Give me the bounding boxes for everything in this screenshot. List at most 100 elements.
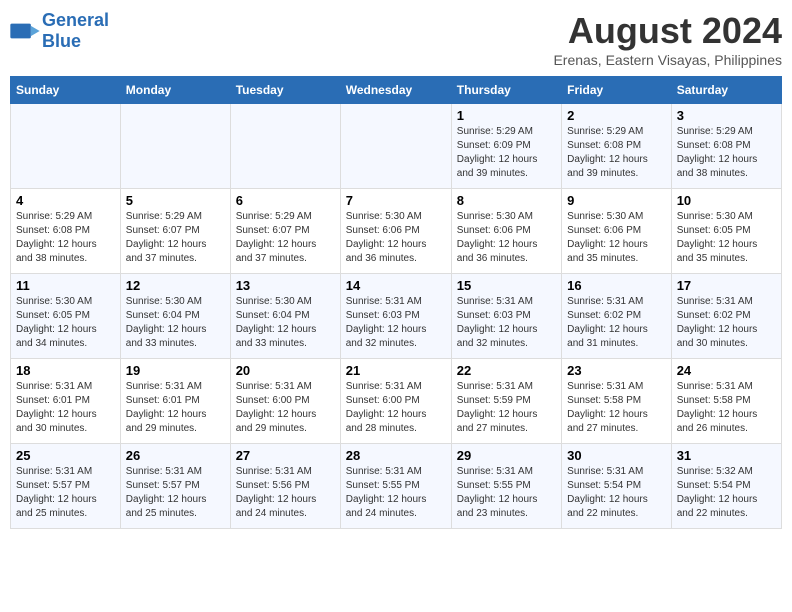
- calendar-cell: 27 Sunrise: 5:31 AM Sunset: 5:56 PM Dayli…: [230, 444, 340, 529]
- day-number: 17: [677, 278, 776, 293]
- day-info: Sunrise: 5:29 AM Sunset: 6:09 PM Dayligh…: [457, 125, 556, 181]
- day-info: Sunrise: 5:31 AM Sunset: 6:00 PM Dayligh…: [346, 380, 446, 436]
- header-saturday: Saturday: [671, 77, 781, 104]
- day-info: Sunrise: 5:30 AM Sunset: 6:06 PM Dayligh…: [457, 210, 556, 266]
- calendar-week-row: 1 Sunrise: 5:29 AM Sunset: 6:09 PM Daylig…: [11, 104, 782, 189]
- day-number: 24: [677, 363, 776, 378]
- day-info: Sunrise: 5:29 AM Sunset: 6:08 PM Dayligh…: [567, 125, 666, 181]
- calendar-cell: 31Sunrise: 5:32 AM Sunset: 5:54 PM Dayli…: [671, 444, 781, 529]
- day-number: 14: [346, 278, 446, 293]
- day-number: 4: [16, 193, 115, 208]
- header-thursday: Thursday: [451, 77, 561, 104]
- calendar-cell: 17 Sunrise: 5:31 AM Sunset: 6:02 PM Dayli…: [671, 274, 781, 359]
- calendar-cell: 9 Sunrise: 5:30 AM Sunset: 6:06 PM Daylig…: [562, 189, 672, 274]
- day-number: 21: [346, 363, 446, 378]
- calendar-cell: 3 Sunrise: 5:29 AM Sunset: 6:08 PM Daylig…: [671, 104, 781, 189]
- day-info: Sunrise: 5:31 AM Sunset: 6:00 PM Dayligh…: [236, 380, 335, 436]
- day-info: Sunrise: 5:30 AM Sunset: 6:05 PM Dayligh…: [16, 295, 115, 351]
- day-number: 23: [567, 363, 666, 378]
- day-number: 28: [346, 448, 446, 463]
- calendar-cell: [120, 104, 230, 189]
- day-info: Sunrise: 5:31 AM Sunset: 5:57 PM Dayligh…: [126, 465, 225, 521]
- day-number: 3: [677, 108, 776, 123]
- day-number: 5: [126, 193, 225, 208]
- calendar-cell: 16 Sunrise: 5:31 AM Sunset: 6:02 PM Dayli…: [562, 274, 672, 359]
- day-number: 15: [457, 278, 556, 293]
- calendar-table: SundayMondayTuesdayWednesdayThursdayFrid…: [10, 76, 782, 529]
- logo-general: General: [42, 10, 109, 30]
- day-number: 27: [236, 448, 335, 463]
- day-number: 1: [457, 108, 556, 123]
- day-number: 26: [126, 448, 225, 463]
- day-number: 20: [236, 363, 335, 378]
- day-number: 12: [126, 278, 225, 293]
- day-info: Sunrise: 5:30 AM Sunset: 6:04 PM Dayligh…: [236, 295, 335, 351]
- day-number: 8: [457, 193, 556, 208]
- calendar-cell: 18 Sunrise: 5:31 AM Sunset: 6:01 PM Dayli…: [11, 359, 121, 444]
- day-info: Sunrise: 5:30 AM Sunset: 6:04 PM Dayligh…: [126, 295, 225, 351]
- day-info: Sunrise: 5:31 AM Sunset: 5:56 PM Dayligh…: [236, 465, 335, 521]
- calendar-week-row: 25Sunrise: 5:31 AM Sunset: 5:57 PM Dayli…: [11, 444, 782, 529]
- calendar-cell: 11 Sunrise: 5:30 AM Sunset: 6:05 PM Dayli…: [11, 274, 121, 359]
- day-info: Sunrise: 5:31 AM Sunset: 5:58 PM Dayligh…: [567, 380, 666, 436]
- calendar-cell: 21 Sunrise: 5:31 AM Sunset: 6:00 PM Dayli…: [340, 359, 451, 444]
- header-friday: Friday: [562, 77, 672, 104]
- day-number: 9: [567, 193, 666, 208]
- calendar-cell: 26 Sunrise: 5:31 AM Sunset: 5:57 PM Dayli…: [120, 444, 230, 529]
- day-info: Sunrise: 5:31 AM Sunset: 5:58 PM Dayligh…: [677, 380, 776, 436]
- logo-blue: Blue: [42, 31, 81, 51]
- calendar-week-row: 11 Sunrise: 5:30 AM Sunset: 6:05 PM Dayli…: [11, 274, 782, 359]
- month-year-title: August 2024: [553, 10, 782, 52]
- day-info: Sunrise: 5:29 AM Sunset: 6:08 PM Dayligh…: [16, 210, 115, 266]
- header-tuesday: Tuesday: [230, 77, 340, 104]
- calendar-cell: 2 Sunrise: 5:29 AM Sunset: 6:08 PM Daylig…: [562, 104, 672, 189]
- day-info: Sunrise: 5:30 AM Sunset: 6:05 PM Dayligh…: [677, 210, 776, 266]
- day-info: Sunrise: 5:29 AM Sunset: 6:08 PM Dayligh…: [677, 125, 776, 181]
- day-info: Sunrise: 5:29 AM Sunset: 6:07 PM Dayligh…: [126, 210, 225, 266]
- day-number: 31: [677, 448, 776, 463]
- day-info: Sunrise: 5:31 AM Sunset: 6:03 PM Dayligh…: [346, 295, 446, 351]
- calendar-cell: 25Sunrise: 5:31 AM Sunset: 5:57 PM Dayli…: [11, 444, 121, 529]
- calendar-week-row: 4 Sunrise: 5:29 AM Sunset: 6:08 PM Daylig…: [11, 189, 782, 274]
- header-wednesday: Wednesday: [340, 77, 451, 104]
- day-number: 22: [457, 363, 556, 378]
- day-number: 19: [126, 363, 225, 378]
- day-number: 13: [236, 278, 335, 293]
- calendar-cell: 10 Sunrise: 5:30 AM Sunset: 6:05 PM Dayli…: [671, 189, 781, 274]
- calendar-cell: 6 Sunrise: 5:29 AM Sunset: 6:07 PM Daylig…: [230, 189, 340, 274]
- calendar-week-row: 18 Sunrise: 5:31 AM Sunset: 6:01 PM Dayli…: [11, 359, 782, 444]
- day-number: 10: [677, 193, 776, 208]
- calendar-cell: 22 Sunrise: 5:31 AM Sunset: 5:59 PM Dayli…: [451, 359, 561, 444]
- calendar-cell: 30Sunrise: 5:31 AM Sunset: 5:54 PM Dayli…: [562, 444, 672, 529]
- day-info: Sunrise: 5:31 AM Sunset: 5:55 PM Dayligh…: [346, 465, 446, 521]
- day-number: 18: [16, 363, 115, 378]
- calendar-cell: 12 Sunrise: 5:30 AM Sunset: 6:04 PM Dayli…: [120, 274, 230, 359]
- day-number: 11: [16, 278, 115, 293]
- calendar-cell: 15 Sunrise: 5:31 AM Sunset: 6:03 PM Dayli…: [451, 274, 561, 359]
- day-info: Sunrise: 5:30 AM Sunset: 6:06 PM Dayligh…: [567, 210, 666, 266]
- day-info: Sunrise: 5:29 AM Sunset: 6:07 PM Dayligh…: [236, 210, 335, 266]
- calendar-cell: 29Sunrise: 5:31 AM Sunset: 5:55 PM Dayli…: [451, 444, 561, 529]
- day-number: 2: [567, 108, 666, 123]
- calendar-cell: 24 Sunrise: 5:31 AM Sunset: 5:58 PM Dayli…: [671, 359, 781, 444]
- day-number: 16: [567, 278, 666, 293]
- day-info: Sunrise: 5:31 AM Sunset: 6:03 PM Dayligh…: [457, 295, 556, 351]
- day-info: Sunrise: 5:31 AM Sunset: 5:54 PM Dayligh…: [567, 465, 666, 521]
- calendar-cell: 28 Sunrise: 5:31 AM Sunset: 5:55 PM Dayli…: [340, 444, 451, 529]
- day-number: 7: [346, 193, 446, 208]
- header-sunday: Sunday: [11, 77, 121, 104]
- calendar-cell: [340, 104, 451, 189]
- day-number: 6: [236, 193, 335, 208]
- page-header: General Blue August 2024 Erenas, Eastern…: [10, 10, 782, 68]
- logo-text: General Blue: [42, 10, 109, 52]
- calendar-cell: 5 Sunrise: 5:29 AM Sunset: 6:07 PM Daylig…: [120, 189, 230, 274]
- day-info: Sunrise: 5:31 AM Sunset: 5:59 PM Dayligh…: [457, 380, 556, 436]
- day-number: 29: [457, 448, 556, 463]
- day-info: Sunrise: 5:31 AM Sunset: 6:02 PM Dayligh…: [567, 295, 666, 351]
- day-info: Sunrise: 5:31 AM Sunset: 6:01 PM Dayligh…: [16, 380, 115, 436]
- day-info: Sunrise: 5:31 AM Sunset: 6:02 PM Dayligh…: [677, 295, 776, 351]
- day-info: Sunrise: 5:31 AM Sunset: 6:01 PM Dayligh…: [126, 380, 225, 436]
- calendar-cell: 20 Sunrise: 5:31 AM Sunset: 6:00 PM Dayli…: [230, 359, 340, 444]
- day-info: Sunrise: 5:31 AM Sunset: 5:57 PM Dayligh…: [16, 465, 115, 521]
- calendar-cell: 4 Sunrise: 5:29 AM Sunset: 6:08 PM Daylig…: [11, 189, 121, 274]
